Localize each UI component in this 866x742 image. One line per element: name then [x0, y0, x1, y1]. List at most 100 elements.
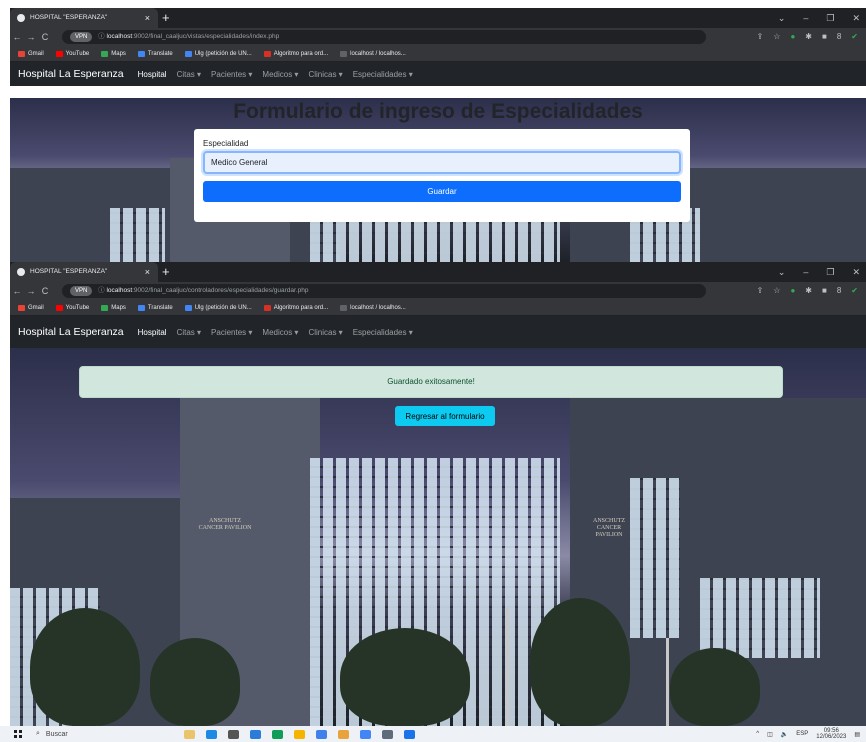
forward-icon[interactable]: → — [24, 286, 38, 296]
nav-especialidades[interactable]: Especialidades ▾ — [353, 328, 413, 337]
building-sign-right: ANSCHUTZ CANCER PAVILION — [592, 518, 625, 538]
tree — [670, 648, 760, 726]
minimize-icon[interactable]: – — [803, 8, 808, 28]
clock[interactable]: 09:56 12/06/2023 — [816, 728, 846, 740]
bookmark-youtube[interactable]: YouTube — [55, 304, 89, 311]
bookmark-youtube[interactable]: YouTube — [55, 50, 89, 57]
url-field[interactable]: VPN ⓘ localhost:9002/final_caaljuc/vista… — [62, 30, 706, 44]
tray-chevron-icon[interactable]: ^ — [756, 731, 759, 737]
youtube-icon — [55, 50, 63, 57]
bookmark-maps[interactable]: Maps — [101, 50, 126, 57]
share-icon[interactable]: ⇪ — [757, 28, 764, 46]
bookmark-ulg[interactable]: Ulg (petición de UN... — [184, 50, 252, 57]
close-tab-icon[interactable]: × — [145, 262, 150, 282]
new-tab-button[interactable]: + — [162, 8, 170, 28]
url-field[interactable]: VPN ⓘ localhost:9002/final_caaljuc/contr… — [62, 284, 706, 298]
bookmark-star-icon[interactable]: ☆ — [773, 282, 780, 300]
bookmark-star-icon[interactable]: ☆ — [773, 28, 780, 46]
sidepanel-icon[interactable]: ■ — [822, 282, 827, 300]
widgets-icon[interactable] — [184, 729, 195, 739]
forward-icon[interactable]: → — [24, 32, 38, 42]
building-windows — [310, 218, 560, 262]
word-icon[interactable] — [404, 729, 415, 739]
nav-hospital[interactable]: Hospital — [138, 70, 167, 79]
bookmark-ulg[interactable]: Ulg (petición de UN... — [184, 304, 252, 311]
network-icon[interactable]: ◫ — [767, 731, 773, 738]
tab-search-icon[interactable]: ⌄ — [778, 262, 786, 282]
bookmark-localhost[interactable]: localhost / localhos... — [340, 304, 406, 311]
nav-medicos[interactable]: Medicos ▾ — [262, 70, 298, 79]
extension-green-icon[interactable]: ● — [790, 282, 795, 300]
bookmark-gmail[interactable]: Gmail — [18, 50, 44, 57]
nav-especialidades[interactable]: Especialidades ▾ — [353, 70, 413, 79]
bookmark-algoritmo[interactable]: Algoritmo para ord... — [263, 304, 328, 311]
gmail-icon — [18, 50, 25, 57]
navbar-brand[interactable]: Hospital La Esperanza — [18, 326, 124, 338]
especialidad-input[interactable] — [203, 151, 681, 174]
restore-icon[interactable]: ❐ — [826, 262, 834, 282]
vpn-badge[interactable]: VPN — [70, 32, 93, 42]
app-icon[interactable] — [382, 729, 393, 739]
copilot-icon[interactable] — [206, 729, 217, 739]
profile-icon[interactable]: 8 — [837, 28, 841, 46]
close-window-icon[interactable]: ✕ — [852, 262, 860, 282]
bookmark-localhost[interactable]: localhost / localhos... — [340, 50, 406, 57]
notification-icon[interactable]: ▤ — [854, 731, 860, 738]
chrome-icon[interactable] — [316, 729, 327, 739]
reload-icon[interactable]: C — [38, 286, 52, 296]
info-icon[interactable]: ⓘ — [98, 33, 105, 40]
close-window-icon[interactable]: ✕ — [852, 8, 860, 28]
vpn-badge[interactable]: VPN — [70, 286, 93, 296]
nav-citas[interactable]: Citas ▾ — [177, 70, 201, 79]
gmail-icon — [18, 304, 25, 311]
task-view-icon[interactable] — [228, 729, 239, 739]
bookmark-gmail[interactable]: Gmail — [18, 304, 44, 311]
edge-icon[interactable] — [272, 729, 283, 739]
restore-icon[interactable]: ❐ — [826, 8, 834, 28]
info-icon[interactable]: ⓘ — [98, 287, 105, 294]
language-indicator[interactable]: ESP — [796, 731, 808, 737]
back-icon[interactable]: ← — [10, 286, 24, 296]
update-icon[interactable]: ✔ — [851, 28, 858, 46]
bookmark-translate[interactable]: Translate — [137, 50, 173, 57]
tab-search-icon[interactable]: ⌄ — [778, 8, 786, 28]
extensions-puzzle-icon[interactable]: ✱ — [805, 28, 812, 46]
regresar-button[interactable]: Regresar al formulario — [395, 406, 495, 426]
nav-clinicas[interactable]: Clinicas ▾ — [308, 70, 342, 79]
browser-tab[interactable]: HOSPITAL "ESPERANZA" × — [10, 262, 158, 282]
url-path: :9002/final_caaljuc/controladores/especi… — [132, 287, 309, 294]
file-explorer-icon[interactable] — [294, 729, 305, 739]
nav-medicos[interactable]: Medicos ▾ — [262, 328, 298, 337]
nav-citas[interactable]: Citas ▾ — [177, 328, 201, 337]
window-controls: ⌄ – ❐ ✕ — [778, 8, 860, 28]
taskbar-search[interactable]: ⌕ Buscar — [36, 728, 136, 740]
bookmark-algoritmo[interactable]: Algoritmo para ord... — [263, 50, 328, 57]
minimize-icon[interactable]: – — [803, 262, 808, 282]
profile-icon[interactable]: 8 — [837, 282, 841, 300]
extensions-puzzle-icon[interactable]: ✱ — [805, 282, 812, 300]
building-sign-left: ANSCHUTZ CANCER PAVILION — [198, 518, 252, 531]
extension-green-icon[interactable]: ● — [790, 28, 795, 46]
reload-icon[interactable]: C — [38, 32, 52, 42]
update-icon[interactable]: ✔ — [851, 282, 858, 300]
app-icon[interactable] — [338, 729, 349, 739]
sidepanel-icon[interactable]: ■ — [822, 28, 827, 46]
navbar-brand[interactable]: Hospital La Esperanza — [18, 68, 124, 80]
nav-clinicas[interactable]: Clinicas ▾ — [308, 328, 342, 337]
nav-pacientes[interactable]: Pacientes ▾ — [211, 70, 252, 79]
bookmark-translate[interactable]: Translate — [137, 304, 173, 311]
bookmark-maps[interactable]: Maps — [101, 304, 126, 311]
nav-hospital[interactable]: Hospital — [138, 328, 167, 337]
algoritmo-icon — [263, 304, 271, 311]
browser-tab[interactable]: HOSPITAL "ESPERANZA" × — [10, 8, 158, 28]
vscode-icon[interactable] — [250, 729, 261, 739]
share-icon[interactable]: ⇪ — [757, 282, 764, 300]
close-tab-icon[interactable]: × — [145, 8, 150, 28]
windows-start-icon[interactable] — [14, 730, 22, 738]
volume-icon[interactable]: 🔈 — [781, 731, 788, 738]
chrome-profile-icon[interactable] — [360, 729, 371, 739]
nav-pacientes[interactable]: Pacientes ▾ — [211, 328, 252, 337]
guardar-button[interactable]: Guardar — [203, 181, 681, 202]
new-tab-button[interactable]: + — [162, 262, 170, 282]
back-icon[interactable]: ← — [10, 32, 24, 42]
